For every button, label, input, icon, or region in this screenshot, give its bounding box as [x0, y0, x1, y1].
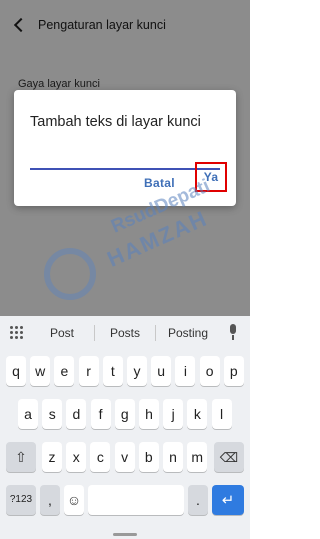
key-o[interactable]: o	[199, 356, 220, 386]
symbols-key[interactable]: ?123	[6, 485, 36, 515]
key-p[interactable]: p	[223, 356, 244, 386]
emoji-icon: ☺	[66, 492, 82, 508]
key-s[interactable]: s	[42, 399, 63, 429]
enter-icon: ↵	[221, 492, 235, 509]
backspace-key[interactable]: ⌫	[214, 442, 244, 472]
emoji-key[interactable]: ☺	[64, 485, 84, 515]
ok-button[interactable]: Ya	[195, 162, 227, 192]
suggestion-3[interactable]: Posting	[168, 326, 208, 340]
key-c[interactable]: c	[90, 442, 111, 472]
comma-key[interactable]: ,	[40, 485, 60, 515]
key-m[interactable]: m	[187, 442, 208, 472]
key-r[interactable]: r	[78, 356, 99, 386]
key-w[interactable]: w	[30, 356, 51, 386]
key-x[interactable]: x	[66, 442, 87, 472]
key-v[interactable]: v	[114, 442, 135, 472]
suggestion-2[interactable]: Posts	[110, 326, 140, 340]
period-key[interactable]: .	[188, 485, 208, 515]
key-j[interactable]: j	[163, 399, 184, 429]
key-b[interactable]: b	[138, 442, 159, 472]
suggestion-divider	[94, 325, 95, 341]
key-i[interactable]: i	[175, 356, 196, 386]
key-d[interactable]: d	[66, 399, 87, 429]
apps-grid-icon[interactable]	[10, 326, 24, 340]
backspace-icon: ⌫	[219, 450, 239, 465]
key-l[interactable]: l	[211, 399, 232, 429]
cancel-button[interactable]: Batal	[144, 171, 175, 195]
keyboard: Post Posts Posting qwertyuiop asdfghjkl zx…	[0, 316, 250, 539]
space-key[interactable]	[88, 485, 184, 515]
shift-icon: ⇧	[15, 449, 27, 465]
suggestion-bar: Post Posts Posting	[0, 316, 250, 350]
key-z[interactable]: z	[42, 442, 62, 472]
key-n[interactable]: n	[163, 442, 183, 472]
add-text-dialog: Tambah teks di layar kunci Batal Ya	[14, 90, 236, 206]
lock-screen-text-input[interactable]	[30, 140, 220, 170]
key-y[interactable]: y	[127, 356, 147, 386]
key-q[interactable]: q	[6, 356, 26, 386]
shift-key[interactable]: ⇧	[6, 442, 36, 472]
key-e[interactable]: e	[54, 356, 75, 386]
key-k[interactable]: k	[187, 399, 208, 429]
suggestion-divider	[155, 325, 156, 341]
key-h[interactable]: h	[139, 399, 159, 429]
key-t[interactable]: t	[102, 356, 123, 386]
gesture-bar	[113, 533, 137, 536]
dialog-title: Tambah teks di layar kunci	[30, 114, 201, 130]
key-f[interactable]: f	[90, 399, 111, 429]
suggestion-1[interactable]: Post	[50, 326, 74, 340]
key-a[interactable]: a	[18, 399, 38, 429]
microphone-icon[interactable]	[227, 324, 239, 342]
key-g[interactable]: g	[114, 399, 135, 429]
key-u[interactable]: u	[151, 356, 172, 386]
enter-key[interactable]: ↵	[212, 485, 244, 515]
